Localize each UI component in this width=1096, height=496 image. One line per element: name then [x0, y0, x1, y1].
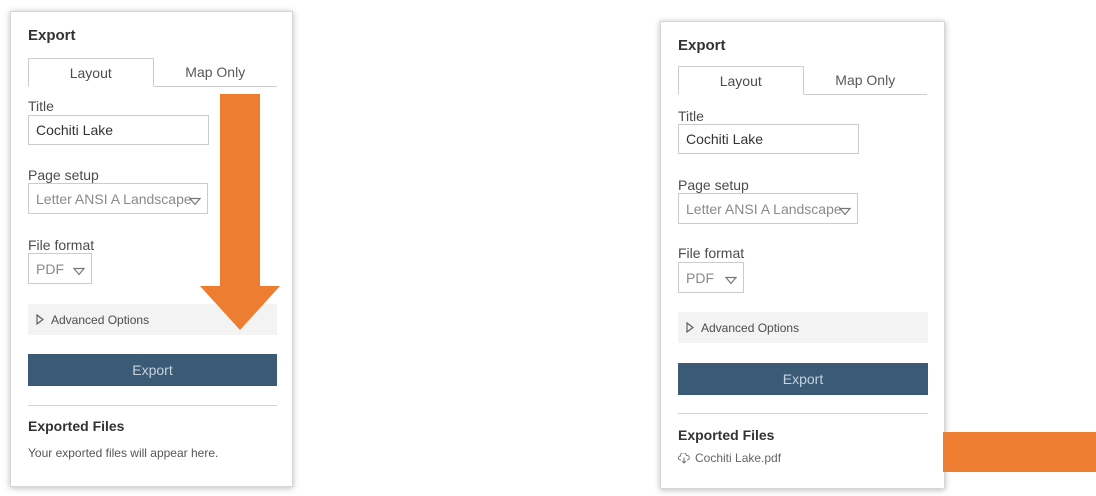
- advanced-options-toggle[interactable]: Advanced Options: [678, 312, 928, 343]
- title-input[interactable]: [678, 124, 859, 154]
- tab-layout[interactable]: Layout: [678, 66, 804, 95]
- tab-map-only[interactable]: Map Only: [154, 58, 278, 86]
- exported-file-name: Cochiti Lake.pdf: [695, 451, 782, 465]
- advanced-options-label: Advanced Options: [51, 312, 150, 327]
- chevron-down-icon: [72, 263, 86, 279]
- export-panel-after: Export Layout Map Only Title Page setup …: [660, 21, 945, 489]
- panel-heading: Export: [678, 37, 726, 54]
- caret-right-icon: [686, 322, 694, 333]
- file-format-select[interactable]: PDF: [28, 253, 92, 284]
- title-label: Title: [28, 98, 54, 114]
- divider: [678, 413, 928, 414]
- page-setup-select[interactable]: Letter ANSI A Landscape: [28, 183, 208, 214]
- download-icon: [678, 452, 690, 464]
- tab-map-only[interactable]: Map Only: [804, 66, 928, 94]
- file-format-value: PDF: [36, 260, 64, 277]
- chevron-down-icon: [838, 203, 852, 219]
- page-setup-label: Page setup: [678, 177, 749, 193]
- right-arrow-annotation: [943, 432, 1096, 472]
- down-arrow-annotation: [200, 94, 280, 330]
- exported-files-empty-text: Your exported files will appear here.: [28, 446, 219, 460]
- file-format-label: File format: [28, 237, 95, 253]
- file-format-select[interactable]: PDF: [678, 262, 744, 293]
- chevron-down-icon: [724, 272, 738, 288]
- page-setup-label: Page setup: [28, 167, 99, 183]
- exported-files-heading: Exported Files: [678, 427, 775, 443]
- page-setup-value: Letter ANSI A Landscape: [36, 190, 192, 207]
- export-button[interactable]: Export: [678, 363, 928, 395]
- export-tabs: Layout Map Only: [678, 66, 927, 95]
- caret-right-icon: [36, 314, 44, 325]
- page-setup-select[interactable]: Letter ANSI A Landscape: [678, 193, 858, 224]
- file-format-label: File format: [678, 245, 745, 261]
- title-label: Title: [678, 108, 704, 124]
- exported-file-link[interactable]: Cochiti Lake.pdf: [678, 451, 781, 465]
- page-setup-value: Letter ANSI A Landscape: [686, 200, 842, 217]
- file-format-value: PDF: [686, 269, 714, 286]
- export-tabs: Layout Map Only: [28, 58, 277, 87]
- title-input[interactable]: [28, 115, 209, 145]
- export-button[interactable]: Export: [28, 354, 277, 386]
- tab-layout[interactable]: Layout: [28, 58, 154, 87]
- exported-files-heading: Exported Files: [28, 418, 125, 434]
- advanced-options-label: Advanced Options: [701, 320, 800, 335]
- divider: [28, 405, 277, 406]
- panel-heading: Export: [28, 27, 76, 44]
